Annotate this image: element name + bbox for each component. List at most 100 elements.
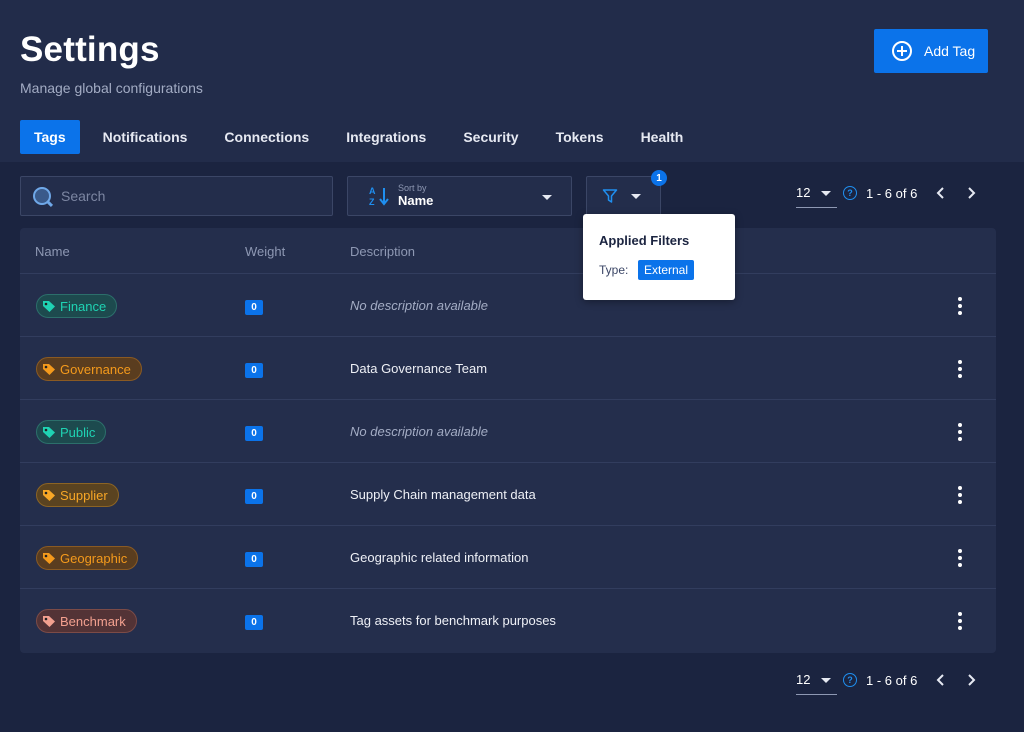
kebab-icon xyxy=(958,367,962,371)
tag-chip[interactable]: Benchmark xyxy=(36,609,137,633)
kebab-icon xyxy=(958,311,962,315)
tag-chip[interactable]: Finance xyxy=(36,294,118,318)
kebab-icon xyxy=(958,626,962,630)
kebab-icon xyxy=(958,297,962,301)
page-size-value: 12 xyxy=(796,672,811,687)
table-row: Governance 0 Data Governance Team xyxy=(20,337,996,400)
sort-select[interactable]: A Z Sort by Name xyxy=(347,176,572,216)
tab-tags[interactable]: Tags xyxy=(20,120,80,154)
page-subtitle: Manage global configurations xyxy=(20,80,203,96)
tag-name: Benchmark xyxy=(60,613,126,629)
row-actions-button[interactable] xyxy=(950,420,970,444)
tag-chip[interactable]: Geographic xyxy=(36,546,139,570)
chevron-left-icon xyxy=(936,187,944,199)
row-actions-button[interactable] xyxy=(950,294,970,318)
page-range: 1 - 6 of 6 xyxy=(866,672,918,688)
kebab-icon xyxy=(958,437,962,441)
kebab-icon xyxy=(958,556,962,560)
plus-circle-icon xyxy=(892,41,912,61)
tag-icon xyxy=(43,427,55,438)
filter-icon xyxy=(602,189,618,203)
tag-name: Supplier xyxy=(60,487,108,503)
row-actions-button[interactable] xyxy=(950,609,970,633)
row-actions-button[interactable] xyxy=(950,483,970,507)
next-page-button[interactable] xyxy=(956,665,986,695)
kebab-icon xyxy=(958,423,962,427)
kebab-icon xyxy=(958,486,962,490)
tag-description: No description available xyxy=(350,424,489,439)
table-row: Public 0 No description available xyxy=(20,400,996,463)
search-input[interactable] xyxy=(61,188,311,204)
page-size-value: 12 xyxy=(796,185,811,200)
tab-tokens[interactable]: Tokens xyxy=(542,120,618,154)
tag-icon xyxy=(43,301,55,312)
page-size-select[interactable]: 12 xyxy=(796,178,837,208)
table-row: Finance 0 No description available xyxy=(20,274,996,337)
filter-count-badge: 1 xyxy=(651,170,667,186)
tag-chip[interactable]: Supplier xyxy=(36,483,119,507)
kebab-icon xyxy=(958,612,962,616)
kebab-icon xyxy=(958,549,962,553)
svg-text:Z: Z xyxy=(369,197,375,207)
add-tag-label: Add Tag xyxy=(924,43,976,59)
tag-name: Public xyxy=(60,424,96,440)
applied-filters-popover: Applied Filters Type: External xyxy=(583,214,735,300)
row-actions-button[interactable] xyxy=(950,357,970,381)
tag-icon xyxy=(43,490,55,501)
previous-page-button[interactable] xyxy=(926,178,956,208)
column-name[interactable]: Name xyxy=(35,244,70,259)
kebab-icon xyxy=(958,304,962,308)
tags-table: Name Weight Description Finance 0 No descr… xyxy=(20,228,996,653)
weight-badge: 0 xyxy=(245,489,263,504)
tag-description: Geographic related information xyxy=(350,550,529,565)
page-header: Settings Manage global configurations Ad… xyxy=(0,0,1024,162)
tab-notifications[interactable]: Notifications xyxy=(89,120,202,154)
tag-description: Data Governance Team xyxy=(350,361,488,376)
kebab-icon xyxy=(958,619,962,623)
sort-value: Name xyxy=(398,192,434,208)
kebab-icon xyxy=(958,493,962,497)
weight-badge: 0 xyxy=(245,615,263,630)
table-row: Geographic 0 Geographic related informatio… xyxy=(20,526,996,589)
chevron-right-icon xyxy=(968,674,976,686)
tab-integrations[interactable]: Integrations xyxy=(332,120,440,154)
kebab-icon xyxy=(958,563,962,567)
svg-text:A: A xyxy=(369,186,376,196)
weight-badge: 0 xyxy=(245,363,263,378)
weight-badge: 0 xyxy=(245,552,263,567)
tag-name: Governance xyxy=(60,361,131,377)
sort-alpha-icon: A Z xyxy=(369,186,389,207)
search-icon xyxy=(33,187,51,205)
tag-description: No description available xyxy=(350,298,489,313)
tag-icon xyxy=(43,364,55,375)
kebab-icon xyxy=(958,374,962,378)
page-range: 1 - 6 of 6 xyxy=(866,185,918,201)
tag-chip[interactable]: Governance xyxy=(36,357,142,381)
add-tag-button[interactable]: Add Tag xyxy=(874,29,988,73)
filter-type-chip[interactable]: External xyxy=(638,260,695,280)
search-field[interactable] xyxy=(20,176,333,216)
filter-type-label: Type: xyxy=(599,263,629,277)
tab-security[interactable]: Security xyxy=(449,120,532,154)
tag-icon xyxy=(43,616,55,627)
help-circle-icon[interactable]: ? xyxy=(843,673,857,687)
tag-chip[interactable]: Public xyxy=(36,420,107,444)
page-size-select[interactable]: 12 xyxy=(796,665,837,695)
kebab-icon xyxy=(958,500,962,504)
chevron-down-icon xyxy=(631,193,641,199)
column-description[interactable]: Description xyxy=(350,244,415,259)
help-circle-icon[interactable]: ? xyxy=(843,186,857,200)
kebab-icon xyxy=(958,360,962,364)
row-actions-button[interactable] xyxy=(950,546,970,570)
next-page-button[interactable] xyxy=(956,178,986,208)
table-header: Name Weight Description xyxy=(20,228,996,274)
previous-page-button[interactable] xyxy=(926,665,956,695)
page-title: Settings xyxy=(20,30,160,69)
popover-title: Applied Filters xyxy=(599,233,690,248)
filter-button[interactable] xyxy=(586,176,661,216)
column-weight[interactable]: Weight xyxy=(245,244,285,259)
tab-health[interactable]: Health xyxy=(627,120,698,154)
tag-icon xyxy=(43,553,55,564)
table-row: Supplier 0 Supply Chain management data xyxy=(20,463,996,526)
tab-connections[interactable]: Connections xyxy=(210,120,323,154)
